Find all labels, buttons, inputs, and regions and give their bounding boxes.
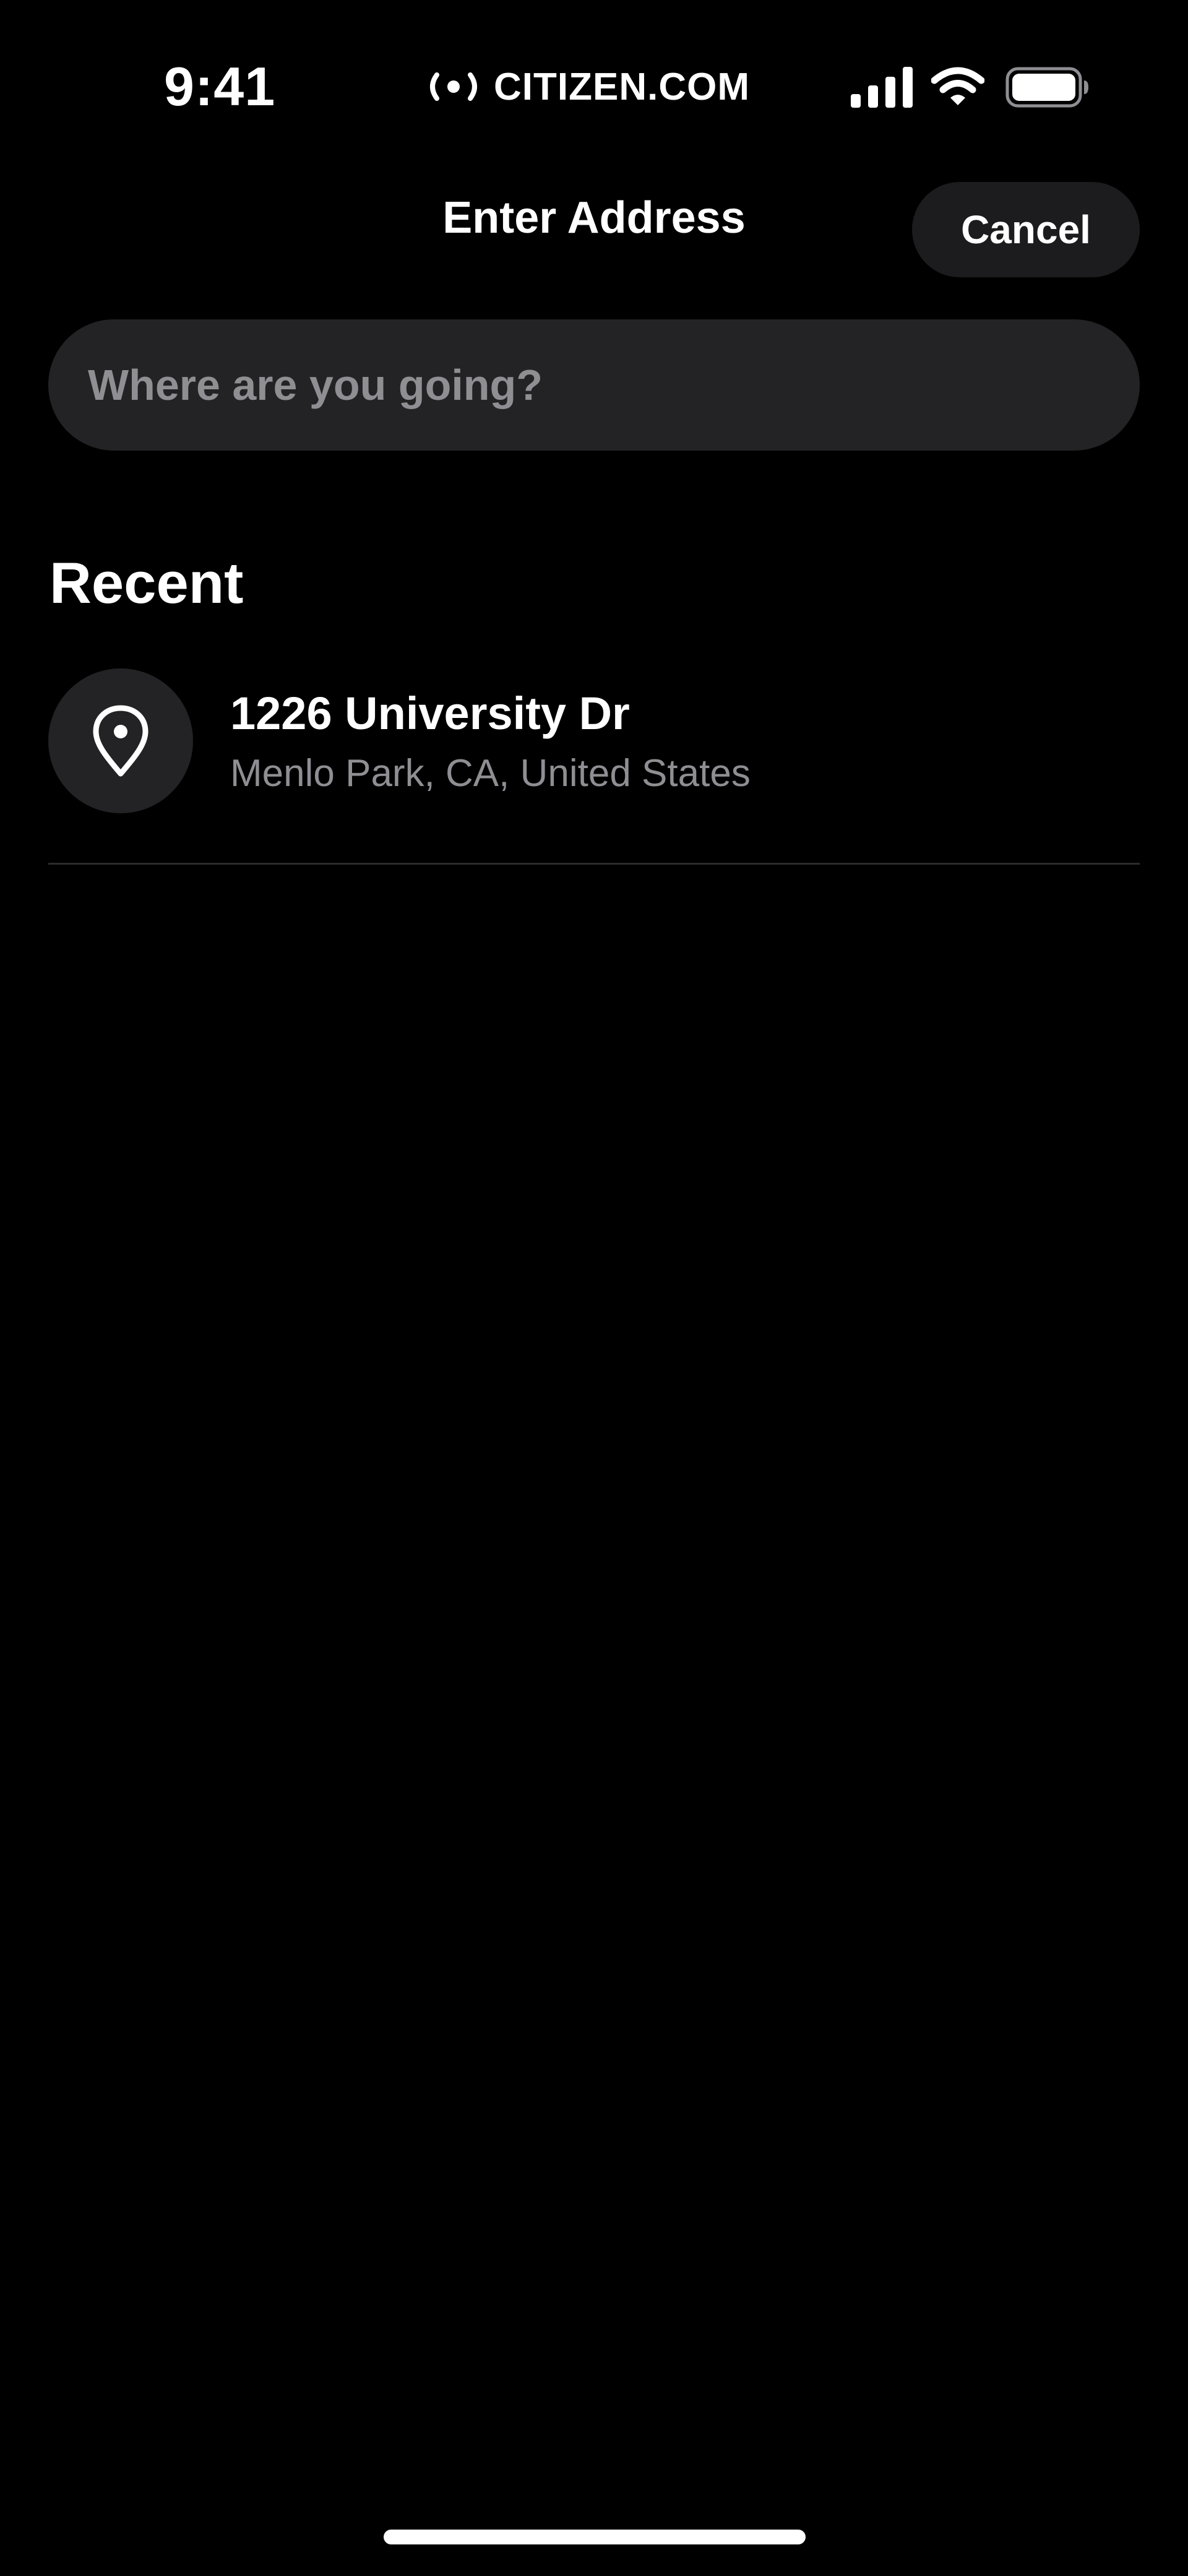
- status-time: 9:41: [164, 56, 276, 117]
- status-bar: 9:41 CITIZEN.COM: [0, 0, 1188, 167]
- search-bar[interactable]: [48, 319, 1140, 451]
- signal-icon: [851, 67, 913, 108]
- brand: CITIZEN.COM: [427, 59, 750, 114]
- status-icons: [851, 64, 1092, 111]
- map-pin-icon: [93, 705, 148, 777]
- recent-address-item[interactable]: 1226 University Dr Menlo Park, CA, Unite…: [48, 668, 1140, 865]
- cancel-button[interactable]: Cancel: [912, 182, 1140, 277]
- recent-address-subtitle: Menlo Park, CA, United States: [230, 752, 751, 795]
- brand-text: CITIZEN.COM: [494, 65, 750, 108]
- divider: [48, 863, 1140, 865]
- citizen-logo-icon: [430, 72, 477, 101]
- search-input[interactable]: [87, 347, 1104, 423]
- recent-address-title: 1226 University Dr: [230, 688, 630, 739]
- recent-section-title: Recent: [50, 550, 244, 615]
- battery-icon: [1005, 67, 1088, 108]
- wifi-icon: [931, 67, 984, 105]
- home-indicator: [384, 2530, 806, 2544]
- pin-circle: [48, 668, 193, 813]
